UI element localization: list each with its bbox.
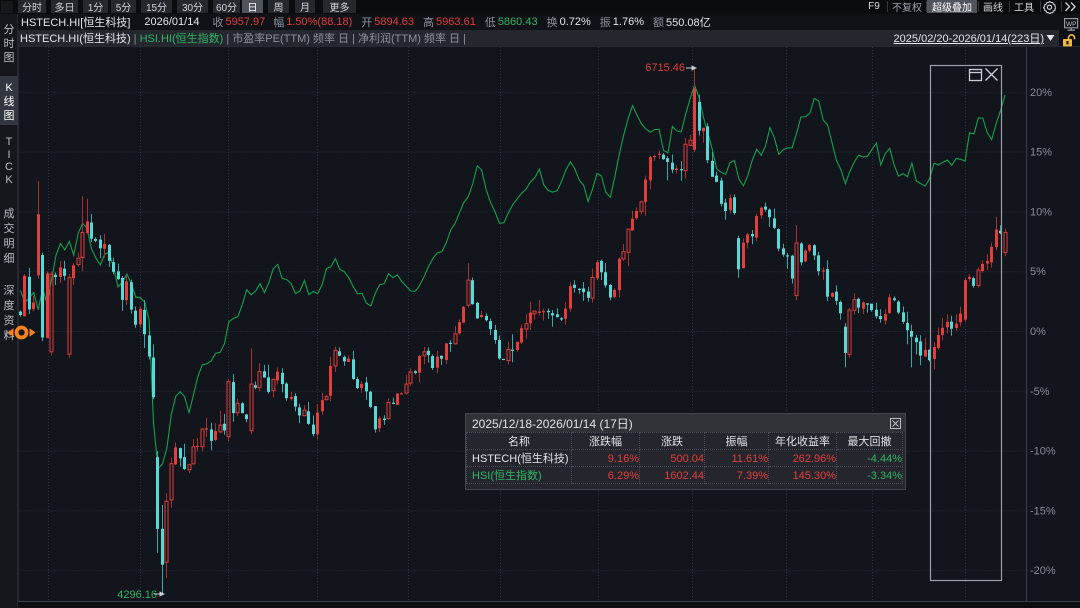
svg-text:20%: 20% xyxy=(1030,87,1052,99)
svg-text:-20%: -20% xyxy=(1030,565,1056,577)
svg-text:5%: 5% xyxy=(1030,266,1046,278)
svg-text:-5%: -5% xyxy=(1030,386,1050,398)
svg-text:10%: 10% xyxy=(1030,206,1052,218)
svg-text:0%: 0% xyxy=(1030,326,1046,338)
svg-text:-15%: -15% xyxy=(1030,505,1056,517)
svg-text:-10%: -10% xyxy=(1030,446,1056,458)
svg-text:6715.46: 6715.46 xyxy=(645,62,685,74)
svg-text:4296.16: 4296.16 xyxy=(117,589,157,601)
svg-text:15%: 15% xyxy=(1030,147,1052,159)
svg-text:WP: WP xyxy=(1066,21,1076,28)
